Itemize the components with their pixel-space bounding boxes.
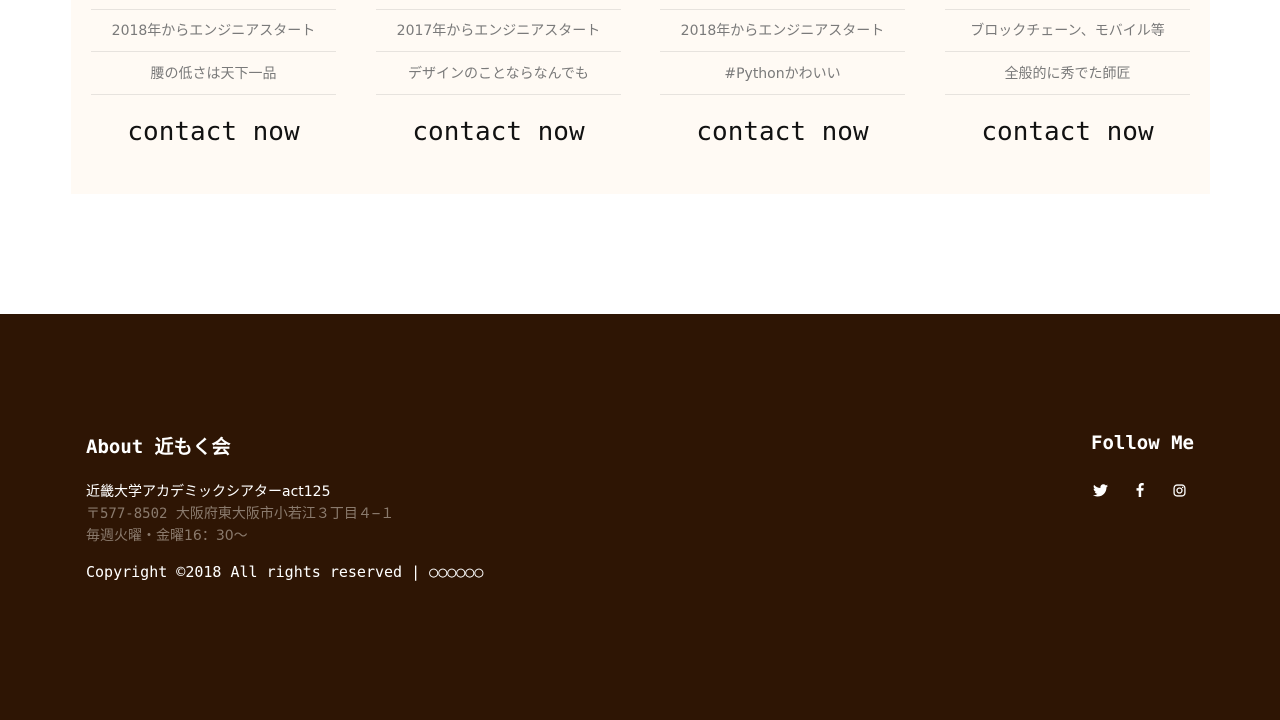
card-detail-2: 全般的に秀でた師匠 [945, 52, 1190, 95]
social-links [1090, 481, 1194, 499]
contact-now-button[interactable]: contact now [660, 118, 905, 147]
card-detail-1: 2018年からエンジニアスタート [91, 9, 336, 52]
team-cards-section: 2018年からエンジニアスタート 腰の低さは天下一品 contact now 2… [71, 0, 1210, 194]
facebook-icon[interactable] [1131, 481, 1149, 499]
contact-now-button[interactable]: contact now [945, 118, 1190, 147]
contact-now-button[interactable]: contact now [91, 118, 336, 147]
instagram-icon[interactable] [1170, 481, 1188, 499]
twitter-icon[interactable] [1091, 481, 1109, 499]
card-detail-2: 腰の低さは天下一品 [91, 52, 336, 95]
venue-address: 〒577-8502 大阪府東大阪市小若江３丁目４−１ [86, 506, 395, 522]
site-footer: About 近もく会 近畿大学アカデミックシアターact125 〒577-850… [0, 314, 1280, 720]
follow-title: Follow Me [1091, 432, 1194, 454]
card-detail-2: デザインのことならなんでも [376, 52, 621, 95]
card-detail-2: #Pythonかわいい [660, 52, 905, 95]
meeting-schedule: 毎週火曜・金曜16：30〜 [86, 528, 248, 544]
contact-now-button[interactable]: contact now [376, 118, 621, 147]
card-detail-1: 2018年からエンジニアスタート [660, 9, 905, 52]
card-detail-1: 2017年からエンジニアスタート [376, 9, 621, 52]
about-title: About 近もく会 [86, 436, 231, 458]
venue-name: 近畿大学アカデミックシアターact125 [86, 484, 331, 500]
card-detail-1: ブロックチェーン、モバイル等 [945, 9, 1190, 52]
copyright-text: Copyright ©2018 All rights reserved | ○○… [86, 563, 484, 581]
